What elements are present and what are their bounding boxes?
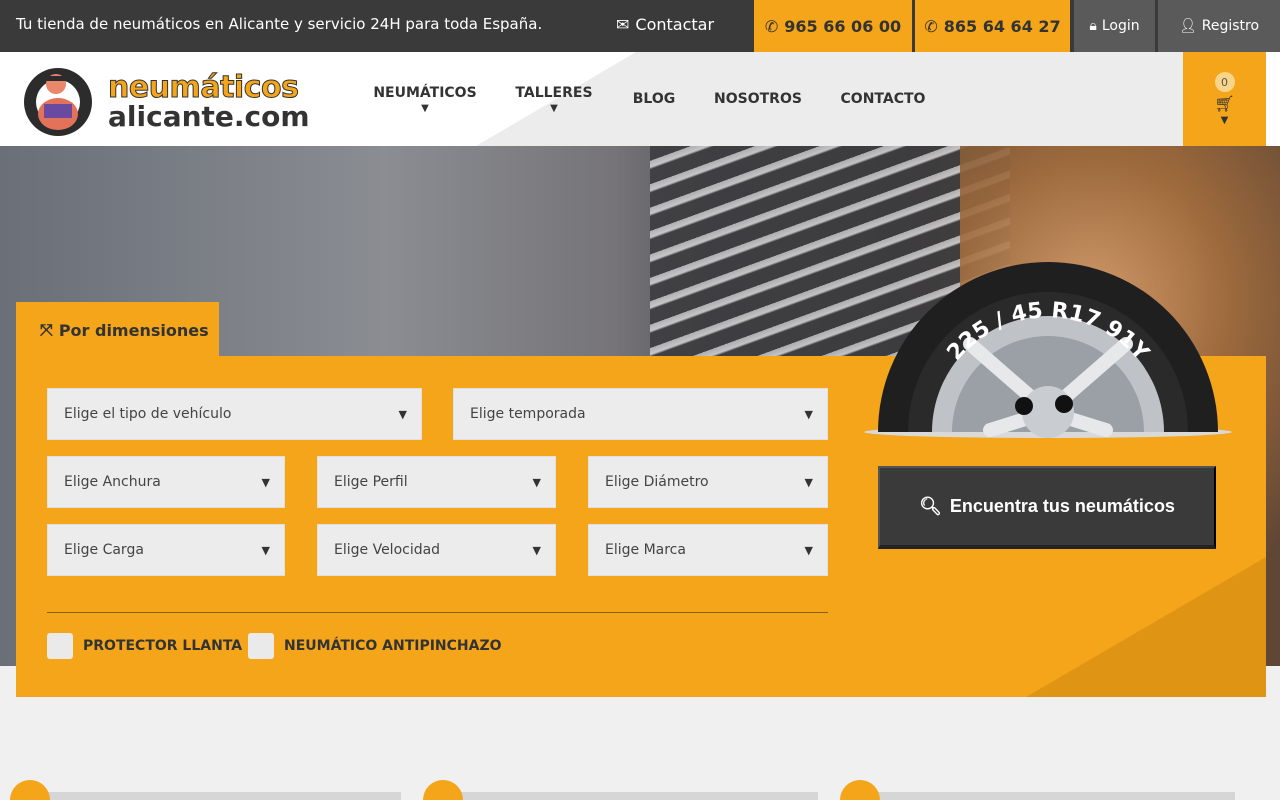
- chevron-down-icon: ▼: [532, 543, 541, 557]
- select-value: Elige Carga: [64, 542, 144, 558]
- nav-label: NOSOTROS: [714, 91, 802, 107]
- select-value: Elige Marca: [605, 542, 686, 558]
- mascot-logo-icon: [24, 68, 92, 136]
- select-value: Elige Velocidad: [334, 542, 441, 558]
- select-value: Elige temporada: [470, 406, 586, 422]
- lock-icon: 🔒︎: [1089, 18, 1097, 34]
- rim-protector-checkbox[interactable]: PROTECTOR LLANTA: [47, 633, 242, 659]
- cart-icon: 🛒︎: [1214, 94, 1235, 113]
- feature-card-2: [423, 780, 818, 800]
- cart-button[interactable]: 0 🛒︎ ▼: [1183, 52, 1266, 146]
- tab-label: Por dimensiones: [58, 320, 209, 340]
- chevron-down-icon: ▼: [804, 475, 813, 489]
- contact-link[interactable]: ✉ Contactar: [616, 15, 714, 34]
- nav-nosotros[interactable]: NOSOTROS: [712, 52, 804, 146]
- search-icon: 🔍︎: [919, 496, 942, 516]
- checkbox-label: PROTECTOR LLANTA: [83, 638, 243, 654]
- nav-label: BLOG: [632, 91, 676, 107]
- profile-select[interactable]: Elige Perfil ▼: [317, 456, 556, 508]
- tagline: Tu tienda de neumáticos en Alicante y se…: [16, 15, 543, 33]
- chevron-down-icon: ▼: [532, 475, 541, 489]
- register-label: Registro: [1201, 18, 1260, 34]
- select-value: Elige Anchura: [64, 474, 161, 490]
- phone-icon: ✆: [764, 16, 779, 36]
- brand-select[interactable]: Elige Marca ▼: [588, 524, 828, 576]
- select-value: Elige el tipo de vehículo: [64, 406, 232, 422]
- chevron-down-icon: ▼: [261, 475, 270, 489]
- feature-number-badge: [10, 780, 50, 800]
- chevron-down-icon: ▼: [421, 102, 429, 114]
- phone-button-2[interactable]: ✆ 865 64 64 27: [915, 0, 1070, 52]
- register-button[interactable]: 👤︎ Registro: [1158, 0, 1280, 52]
- phone-button-1[interactable]: ✆ 965 66 06 00: [754, 0, 912, 52]
- contact-label: Contactar: [635, 15, 715, 34]
- logo-text-line2: alicante.com: [108, 100, 310, 133]
- nav-neumaticos[interactable]: NEUMÁTICOS ▼: [372, 52, 478, 146]
- run-flat-checkbox[interactable]: NEUMÁTICO ANTIPINCHAZO: [248, 633, 502, 659]
- phone-number-2: 865 64 64 27: [943, 16, 1061, 36]
- login-label: Login: [1101, 18, 1140, 34]
- vehicle-type-select[interactable]: Elige el tipo de vehículo ▼: [47, 388, 422, 440]
- nav-blog[interactable]: BLOG: [628, 52, 680, 146]
- diameter-select[interactable]: Elige Diámetro ▼: [588, 456, 828, 508]
- chevron-down-icon: ▼: [1220, 115, 1229, 126]
- load-select[interactable]: Elige Carga ▼: [47, 524, 285, 576]
- expand-icon: ⤧: [40, 320, 53, 339]
- nav-label: CONTACTO: [840, 91, 926, 107]
- checkbox-box[interactable]: [248, 633, 274, 659]
- feature-card-3: [840, 780, 1235, 800]
- chevron-down-icon: ▼: [398, 407, 407, 421]
- divider: [47, 612, 828, 613]
- cart-count-badge: 0: [1214, 72, 1235, 92]
- find-tires-button[interactable]: 🔍︎ Encuentra tus neumáticos: [878, 466, 1216, 549]
- season-select[interactable]: Elige temporada ▼: [453, 388, 828, 440]
- tire-illustration: 225 / 45 R17 91Y: [864, 262, 1232, 438]
- chevron-down-icon: ▼: [550, 102, 558, 114]
- chevron-down-icon: ▼: [804, 543, 813, 557]
- search-button-label: Encuentra tus neumáticos: [949, 496, 1175, 516]
- select-value: Elige Perfil: [334, 474, 408, 490]
- chevron-down-icon: ▼: [804, 407, 813, 421]
- site-logo[interactable]: neumáticos alicante.com: [16, 64, 316, 136]
- panel-corner-decoration: [1026, 557, 1266, 697]
- feature-card-1: [10, 780, 401, 800]
- speed-select[interactable]: Elige Velocidad ▼: [317, 524, 556, 576]
- site-header: neumáticos alicante.com NEUMÁTICOS ▼ TAL…: [0, 52, 1280, 146]
- nav-label: NEUMÁTICOS: [373, 84, 477, 101]
- envelope-icon: ✉: [616, 15, 630, 34]
- feature-number-badge: [423, 780, 463, 800]
- phone-icon: ✆: [924, 16, 938, 36]
- select-value: Elige Diámetro: [605, 474, 709, 490]
- chevron-down-icon: ▼: [261, 543, 270, 557]
- login-button[interactable]: 🔒︎ Login: [1074, 0, 1155, 52]
- nav-contacto[interactable]: CONTACTO: [836, 52, 930, 146]
- tab-by-dimensions[interactable]: ⤧ Por dimensiones: [16, 302, 219, 358]
- phone-number-1: 965 66 06 00: [784, 16, 902, 36]
- width-select[interactable]: Elige Anchura ▼: [47, 456, 285, 508]
- nav-talleres[interactable]: TALLERES ▼: [512, 52, 596, 146]
- nav-label: TALLERES: [515, 84, 593, 101]
- checkbox-label: NEUMÁTICO ANTIPINCHAZO: [284, 638, 502, 654]
- top-bar: Tu tienda de neumáticos en Alicante y se…: [0, 0, 1280, 52]
- feature-number-badge: [840, 780, 880, 800]
- user-plus-icon: 👤︎: [1178, 18, 1197, 34]
- checkbox-box[interactable]: [47, 633, 73, 659]
